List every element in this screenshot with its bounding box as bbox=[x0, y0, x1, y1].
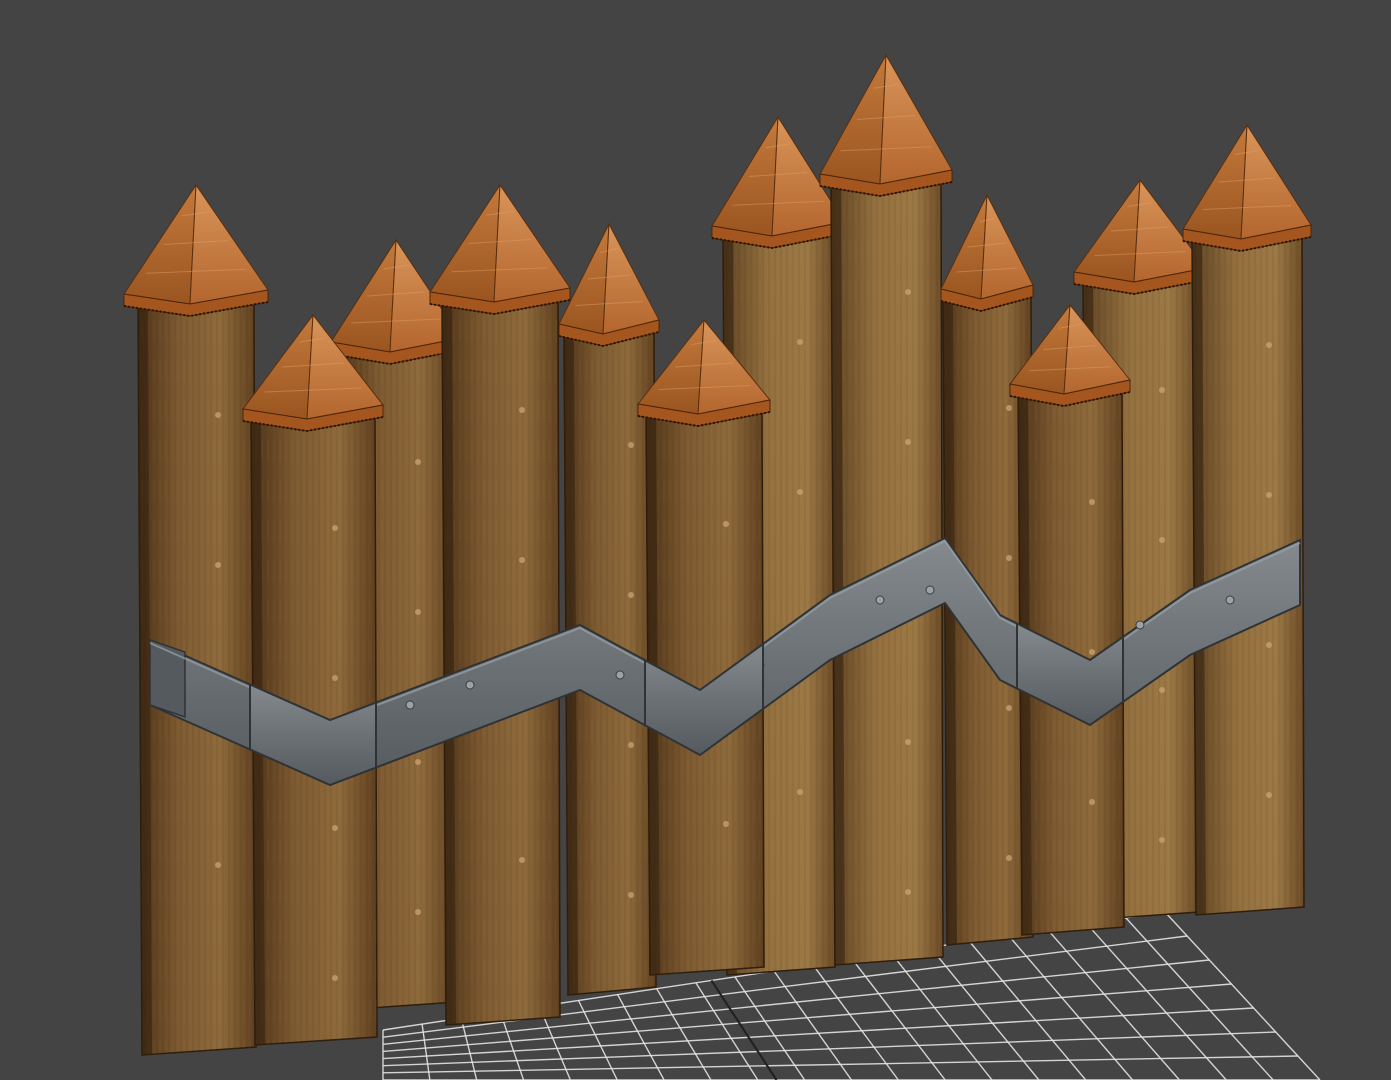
nail-mark bbox=[415, 909, 421, 915]
nail-mark bbox=[1159, 387, 1165, 393]
nail-mark bbox=[905, 439, 911, 445]
grid-line bbox=[1125, 917, 1274, 1080]
cap-face-right bbox=[879, 53, 953, 185]
nail-mark bbox=[723, 521, 729, 527]
grid-line bbox=[773, 970, 853, 1080]
grid-line bbox=[1164, 911, 1321, 1080]
cap-face-right bbox=[602, 222, 660, 335]
grid-line bbox=[1008, 935, 1134, 1080]
grid-line bbox=[968, 941, 1087, 1080]
grid-line bbox=[382, 1031, 1276, 1067]
nail-mark bbox=[1089, 799, 1095, 805]
band-rivet bbox=[405, 700, 415, 710]
band-rivet bbox=[875, 595, 885, 605]
nail-mark bbox=[332, 675, 338, 681]
3d-viewport[interactable] bbox=[0, 0, 1391, 1080]
nail-mark bbox=[415, 609, 421, 615]
cap-face-left bbox=[711, 116, 779, 237]
palisade-model[interactable] bbox=[123, 53, 1312, 1056]
cap-face-left bbox=[429, 183, 501, 303]
nail-mark bbox=[797, 489, 803, 495]
nail-mark bbox=[519, 557, 525, 563]
nail-mark bbox=[628, 742, 634, 748]
palisade-stake bbox=[123, 183, 269, 1056]
grid-line bbox=[929, 946, 1040, 1080]
cap-face-right bbox=[1240, 123, 1312, 240]
nail-mark bbox=[1006, 855, 1012, 861]
grid-line bbox=[851, 958, 946, 1080]
palisade-stake bbox=[429, 183, 571, 1026]
nail-mark bbox=[628, 892, 634, 898]
cap-face-left bbox=[1182, 124, 1248, 240]
cap-face-left bbox=[123, 183, 197, 305]
cap-face-left bbox=[940, 194, 988, 300]
nail-mark bbox=[215, 862, 221, 868]
grid-line bbox=[1086, 923, 1227, 1080]
nail-mark bbox=[1006, 705, 1012, 711]
palisade-stake bbox=[637, 318, 771, 976]
nail-mark bbox=[628, 442, 634, 448]
nail-mark bbox=[1006, 405, 1012, 411]
grid-line bbox=[812, 964, 899, 1080]
nail-mark bbox=[628, 592, 634, 598]
nail-mark bbox=[1266, 642, 1272, 648]
palisade-stake bbox=[819, 53, 953, 966]
cap-face-left bbox=[558, 223, 610, 335]
nail-mark bbox=[797, 789, 803, 795]
nail-mark bbox=[215, 562, 221, 568]
nail-mark bbox=[1159, 687, 1165, 693]
nail-mark bbox=[905, 739, 911, 745]
nail-mark bbox=[905, 889, 911, 895]
palisade-stake bbox=[1182, 123, 1312, 916]
grid-line bbox=[734, 976, 806, 1080]
band-rivet bbox=[925, 585, 935, 595]
band-rivet bbox=[1135, 620, 1145, 630]
nail-mark bbox=[1006, 555, 1012, 561]
grid-line bbox=[890, 952, 993, 1080]
cap-face-left bbox=[819, 54, 887, 185]
nail-mark bbox=[1089, 499, 1095, 505]
cap-face-left bbox=[1073, 178, 1141, 283]
nail-mark bbox=[415, 459, 421, 465]
nail-mark bbox=[519, 407, 525, 413]
nail-mark bbox=[1159, 837, 1165, 843]
nail-mark bbox=[415, 759, 421, 765]
palisade-stake bbox=[558, 222, 660, 996]
nail-mark bbox=[215, 412, 221, 418]
grid-axis-line bbox=[710, 979, 778, 1080]
nail-mark bbox=[519, 857, 525, 863]
nail-mark bbox=[332, 975, 338, 981]
nail-mark bbox=[332, 825, 338, 831]
cap-face-right bbox=[493, 183, 571, 303]
nail-mark bbox=[905, 289, 911, 295]
nail-mark bbox=[1159, 537, 1165, 543]
nail-mark bbox=[332, 525, 338, 531]
nail-mark bbox=[1089, 649, 1095, 655]
band-rivet bbox=[615, 670, 625, 680]
viewport-scene bbox=[123, 53, 1321, 1080]
cap-face-right bbox=[189, 183, 269, 305]
grid-line bbox=[382, 1055, 1298, 1074]
nail-mark bbox=[1266, 342, 1272, 348]
nail-mark bbox=[797, 339, 803, 345]
band-rivet bbox=[1225, 595, 1235, 605]
nail-mark bbox=[1266, 792, 1272, 798]
palisade-stake bbox=[242, 313, 384, 1046]
nail-mark bbox=[1266, 492, 1272, 498]
cap-face-left bbox=[330, 238, 397, 353]
cap-face-right bbox=[980, 193, 1034, 300]
band-rivet bbox=[465, 680, 475, 690]
nail-mark bbox=[723, 821, 729, 827]
palisade-stake bbox=[1009, 303, 1131, 936]
